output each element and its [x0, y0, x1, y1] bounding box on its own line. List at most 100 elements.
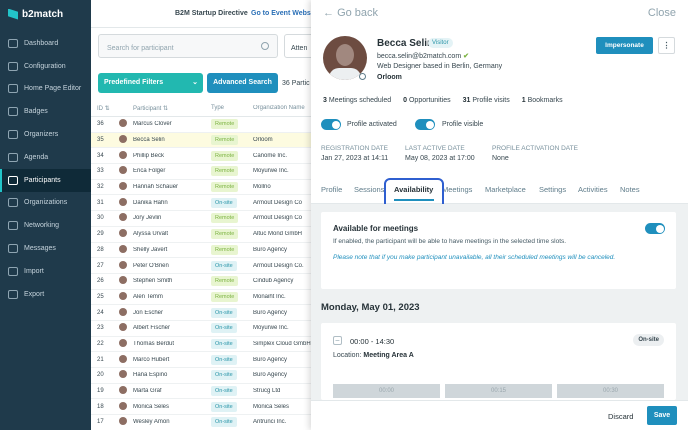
table-row[interactable]: 35 Becca Selin Remote Orloom	[91, 132, 311, 149]
predefined-filters-button[interactable]: Predefined Filters ⌄	[98, 73, 203, 93]
profile-visible-toggle[interactable]	[415, 119, 435, 130]
row-id: 32	[97, 184, 104, 191]
table-row[interactable]: 29 Alyssa Urvalt Remote Altuc Mond GmbH	[91, 227, 311, 243]
export-icon	[8, 289, 18, 299]
attendance-filter[interactable]: Atten	[284, 34, 314, 58]
impersonate-button[interactable]: Impersonate	[596, 37, 653, 54]
sidebar-item-networking[interactable]: Networking	[0, 214, 91, 237]
table-row[interactable]: 36 Marcus Clover Remote	[91, 117, 311, 133]
type-badge: Remote	[211, 213, 239, 224]
row-org: Orloom	[253, 137, 273, 144]
type-badge: Remote	[211, 291, 239, 302]
row-participant-name: Hana Espino	[133, 372, 168, 379]
table-row[interactable]: 33 Erica Folger Remote Moyurwe Inc.	[91, 164, 311, 180]
table-row[interactable]: 21 Marco Hubert On-site Buro Agency	[91, 352, 311, 368]
table-row[interactable]: 17 Wesley Amon On-site Antrunci Inc.	[91, 415, 311, 430]
go-back-label: Go back	[337, 7, 379, 19]
table-row[interactable]: 18 Monica Seles On-site Monica Seles	[91, 399, 311, 416]
sidebar-item-participants[interactable]: Participants	[0, 168, 91, 192]
row-participant-name: Jory Jevlin	[133, 215, 162, 222]
type-badge: Remote	[211, 244, 239, 255]
sidebar-item-export[interactable]: Export	[0, 283, 91, 306]
sidebar-item-label: Badges	[24, 108, 48, 116]
table-row[interactable]: 23 Albert Fischer On-site Moyurwe Inc.	[91, 321, 311, 337]
row-org: Buro Agency	[253, 309, 288, 316]
stat-item: 31 Profile visits	[462, 97, 510, 104]
sidebar-item-agenda[interactable]: Agenda	[0, 146, 91, 169]
tab-meetings[interactable]: Meetings	[442, 185, 472, 194]
table-row[interactable]: 19 Marta Graf On-site Strucg Ltd	[91, 384, 311, 400]
header-id[interactable]: ID ⇅	[91, 105, 119, 112]
table-row[interactable]: 24 Jon Escher On-site Buro Agency	[91, 305, 311, 321]
avatar	[119, 166, 131, 176]
type-badge: Remote	[211, 135, 239, 146]
row-id: 20	[97, 372, 104, 379]
sidebar-item-home-page-editor[interactable]: Home Page Editor	[0, 78, 91, 101]
sidebar-item-label: Home Page Editor	[24, 85, 82, 93]
sidebar-item-badges[interactable]: Badges	[0, 100, 91, 123]
avatar	[119, 197, 131, 208]
sidebar-item-dashboard[interactable]: Dashboard	[0, 32, 91, 55]
avatar	[119, 229, 131, 239]
tab-sessions[interactable]: Sessions	[354, 185, 384, 194]
sidebar-item-import[interactable]: Import	[0, 260, 91, 283]
sidebar-item-configuration[interactable]: Configuration	[0, 55, 91, 78]
header-participant[interactable]: Participant ⇅	[131, 105, 211, 112]
table-row[interactable]: 26 Stephen Smith Remote Cindub Agency	[91, 274, 311, 290]
table-row[interactable]: 22 Thomas Berdut On-site Simplex Cloud GmbH	[91, 337, 311, 353]
row-id: 30	[97, 215, 104, 222]
sidebar-item-organizations[interactable]: Organizations	[0, 192, 91, 215]
table-row[interactable]: 31 Danika Hahn On-site Armout Design Co	[91, 195, 311, 212]
row-id: 22	[97, 340, 104, 347]
search-input[interactable]: Search for participant	[98, 34, 278, 58]
participants-table: ID ⇅ Participant ⇅ Type Organization Nam…	[91, 100, 311, 430]
avatar	[119, 307, 131, 318]
avatar	[119, 260, 131, 271]
row-org: Moyurwe Inc.	[253, 168, 289, 175]
type-badge: Remote	[211, 150, 239, 161]
tab-notes[interactable]: Notes	[620, 185, 640, 194]
table-row[interactable]: 27 Peter O'Brien On-site Armout Design Co.	[91, 258, 311, 274]
sidebar-item-label: Agenda	[24, 153, 49, 161]
avatar	[119, 354, 131, 365]
profile-activated-toggle[interactable]	[321, 119, 341, 130]
subslot-button[interactable]: 00:30	[557, 384, 664, 398]
save-button[interactable]: Save	[647, 406, 677, 425]
tab-profile[interactable]: Profile	[321, 185, 342, 194]
tab-settings[interactable]: Settings	[539, 185, 566, 194]
row-org: Antrunci Inc.	[253, 419, 287, 426]
subslot-button[interactable]: 00:00	[333, 384, 440, 398]
table-row[interactable]: 20 Hana Espino On-site Buro Agency	[91, 368, 311, 384]
avatar	[119, 135, 131, 145]
table-row[interactable]: 28 Shelly Javert Remote Buro Agency	[91, 243, 311, 259]
more-options-button[interactable]: ⋮	[658, 37, 675, 54]
subslot-button[interactable]: 00:15	[445, 384, 552, 398]
avatar	[119, 244, 131, 255]
advanced-search-button[interactable]: Advanced Search	[207, 73, 278, 93]
row-id: 34	[97, 152, 104, 159]
row-participant-name: Marta Graf	[133, 388, 162, 395]
discard-button[interactable]: Discard	[608, 412, 633, 421]
table-row[interactable]: 30 Jory Jevlin Remote Armout Design Co	[91, 211, 311, 227]
close-button[interactable]: Close	[648, 7, 676, 19]
type-badge: On-site	[211, 307, 237, 318]
table-header: ID ⇅ Participant ⇅ Type Organization Nam…	[91, 100, 311, 117]
type-badge: On-site	[211, 260, 237, 271]
go-back-button[interactable]: ← Go back	[323, 7, 378, 19]
slot-collapse-checkbox[interactable]: –	[333, 336, 342, 345]
available-for-meetings-toggle[interactable]	[645, 223, 665, 234]
table-row[interactable]: 34 Phillip Beck Remote Canome Inc.	[91, 148, 311, 165]
row-org: Monaiht Inc.	[253, 293, 286, 300]
sidebar-item-organizers[interactable]: Organizers	[0, 123, 91, 146]
schedule-date: Monday, May 01, 2023	[321, 302, 420, 313]
import-icon	[8, 266, 18, 276]
tab-marketplace[interactable]: Marketplace	[485, 185, 526, 194]
event-website-link[interactable]: Go to Event Websi	[251, 10, 313, 17]
calendar-icon	[8, 152, 18, 162]
participant-org: Orloom	[377, 74, 402, 81]
logo[interactable]: b2match	[0, 0, 91, 28]
tab-activities[interactable]: Activities	[578, 185, 608, 194]
table-row[interactable]: 25 Alen Temm Remote Monaiht Inc.	[91, 290, 311, 306]
sidebar-item-messages[interactable]: Messages	[0, 237, 91, 260]
table-row[interactable]: 32 Hannah Schauer Remote Mollno	[91, 180, 311, 196]
